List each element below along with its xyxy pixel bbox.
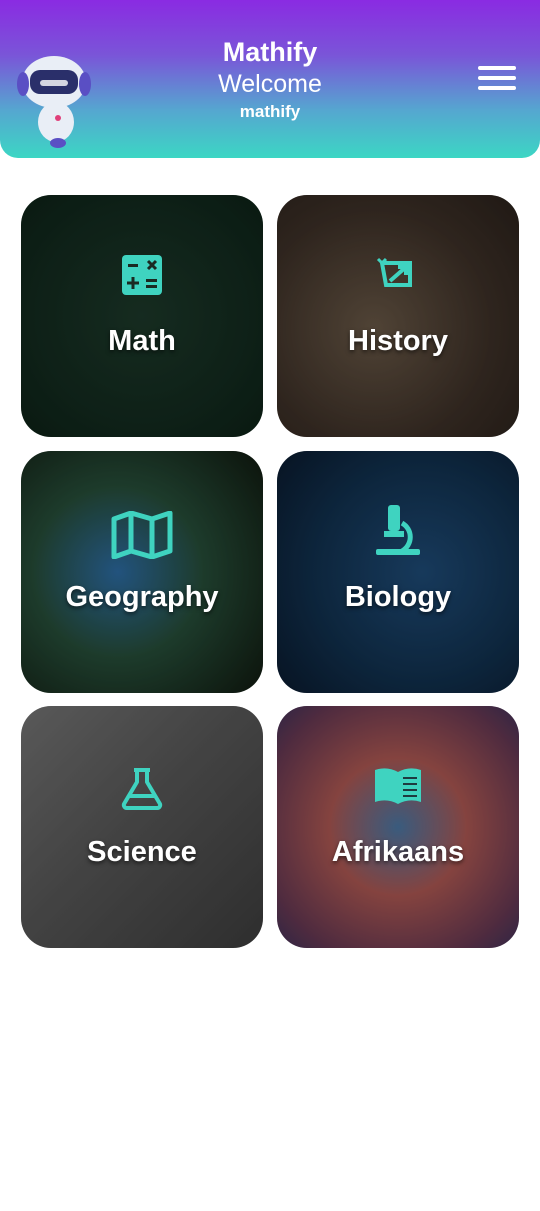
subject-label: Geography [65,581,219,613]
welcome-text: Welcome [218,70,322,98]
subject-label: Science [87,836,197,868]
app-title: Mathify [222,37,318,67]
subject-card-history[interactable]: History [277,195,519,437]
subject-card-science[interactable]: Science [21,706,263,948]
subject-card-biology[interactable]: Biology [277,451,519,693]
calculator-icon [21,255,263,315]
microscope-icon [277,505,519,571]
subject-label: Biology [344,581,452,613]
header-titles: Mathify Welcome mathify [0,36,540,124]
app-header: Mathify Welcome mathify [0,0,540,158]
map-icon [21,511,263,571]
subject-label: History [348,325,448,357]
subject-card-geography[interactable]: Geography [21,451,263,693]
book-icon [277,766,519,826]
subject-card-math[interactable]: Math [21,195,263,437]
scroll-icon [277,255,519,315]
username: mathify [239,102,301,121]
subject-label: Math [108,325,176,357]
hamburger-menu-icon[interactable] [478,66,516,94]
subject-label: Afrikaans [331,836,465,868]
flask-icon [21,766,263,826]
subject-card-afrikaans[interactable]: Afrikaans [277,706,519,948]
